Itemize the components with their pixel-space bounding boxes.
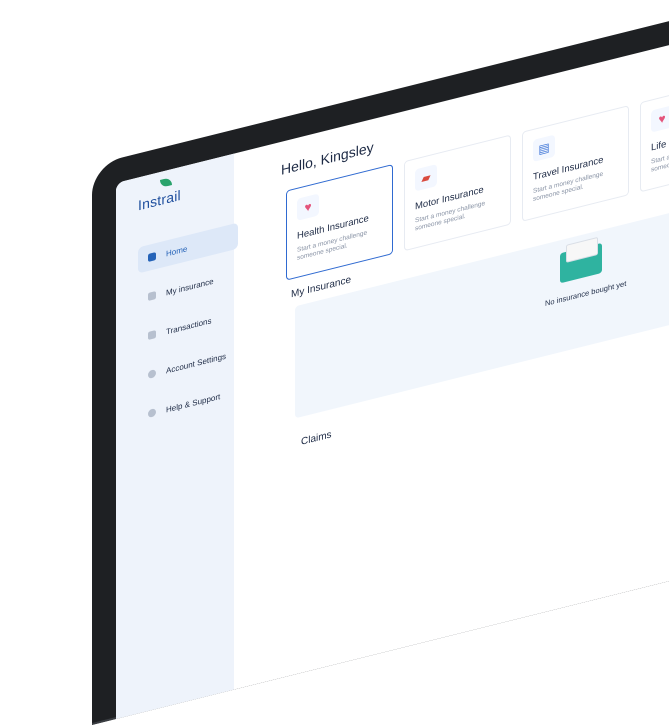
heart-icon: ♥ bbox=[651, 105, 669, 133]
sidebar-item-label: Help & Support bbox=[166, 391, 221, 415]
sidebar-nav: Home My insurance Transactions Account S… bbox=[138, 222, 238, 443]
sidebar-item-label: Transactions bbox=[166, 315, 212, 337]
sidebar-item-label: My insurance bbox=[166, 276, 214, 298]
card-health-insurance[interactable]: ♥ Health Insurance Start a money challen… bbox=[286, 163, 393, 281]
sidebar: Instrail Home My insurance Transactions … bbox=[116, 153, 238, 720]
file-icon bbox=[148, 291, 156, 302]
receipt-icon bbox=[148, 330, 156, 341]
main-content: Hello, Kingsley ♥ Health Insurance Start… bbox=[261, 0, 669, 683]
app-logo: Instrail bbox=[138, 186, 181, 214]
user-icon bbox=[148, 369, 156, 380]
card-travel-insurance[interactable]: ▤ Travel Insurance Start a money challen… bbox=[522, 105, 629, 222]
card-motor-insurance[interactable]: ▰ Motor Insurance Start a money challeng… bbox=[404, 134, 511, 252]
health-icon: ♥ bbox=[297, 193, 319, 221]
empty-state-text: No insurance bought yet bbox=[545, 278, 627, 309]
sidebar-item-label: Home bbox=[166, 243, 188, 259]
laptop-frame: Instrail Home My insurance Transactions … bbox=[92, 0, 669, 725]
car-icon: ▰ bbox=[415, 163, 437, 192]
suitcase-icon: ▤ bbox=[533, 134, 555, 163]
sidebar-item-label: Account Settings bbox=[166, 351, 227, 376]
card-life-insurance[interactable]: ♥ Life Insurance Start a money challenge… bbox=[640, 75, 669, 193]
app-screen: Instrail Home My insurance Transactions … bbox=[116, 0, 669, 720]
home-icon bbox=[148, 252, 156, 263]
leaf-icon bbox=[160, 177, 172, 189]
help-icon bbox=[148, 408, 156, 419]
claims-title: Claims bbox=[301, 429, 332, 448]
